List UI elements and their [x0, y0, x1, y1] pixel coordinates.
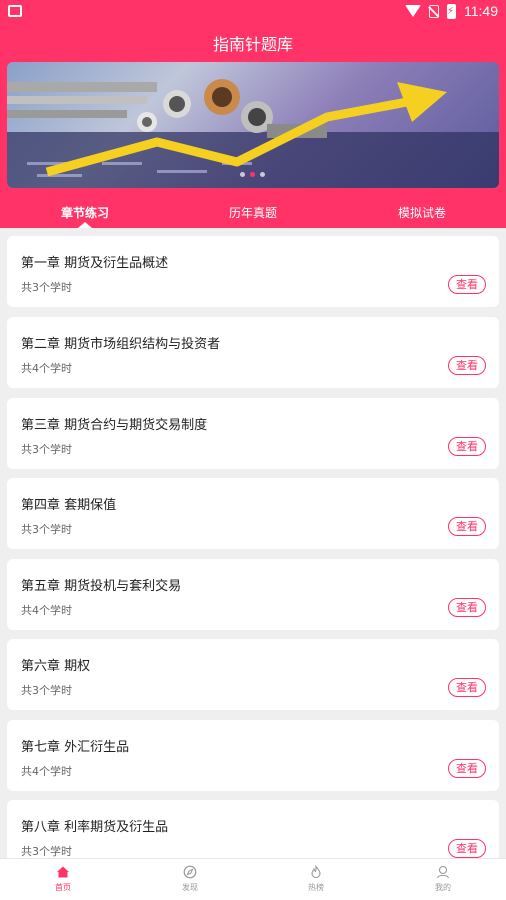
chapter-hours: 共3个学时 [21, 845, 72, 858]
chapter-card[interactable]: 第四章 套期保值 共3个学时 查看 [7, 478, 499, 549]
tab-mock-exams[interactable]: 模拟试卷 [362, 204, 482, 221]
chapter-title: 第一章 期货及衍生品概述 [21, 256, 169, 271]
chapter-hours: 共3个学时 [21, 281, 72, 294]
nav-mine-label: 我的 [435, 883, 451, 892]
nav-discover-label: 发现 [182, 883, 198, 892]
chapter-hours: 共4个学时 [21, 604, 72, 617]
nav-home-label: 首页 [55, 883, 71, 892]
tab-past-exams[interactable]: 历年真题 [193, 204, 313, 221]
chapter-title: 第八章 利率期货及衍生品 [21, 820, 169, 835]
chapter-title: 第四章 套期保值 [21, 498, 117, 513]
chapter-card[interactable]: 第七章 外汇衍生品 共4个学时 查看 [7, 720, 499, 791]
view-button[interactable]: 查看 [448, 437, 486, 456]
page-title: 指南针题库 [212, 35, 293, 54]
chapter-title: 第七章 外汇衍生品 [21, 740, 130, 755]
user-icon [436, 865, 450, 879]
chapter-title: 第三章 期货合约与期货交易制度 [21, 418, 208, 433]
chapter-hours: 共4个学时 [21, 362, 72, 375]
chapter-title: 第五章 期货投机与套利交易 [21, 579, 182, 594]
battery-charging-icon [447, 3, 456, 19]
cast-icon [8, 5, 22, 17]
carousel-dot [260, 172, 265, 177]
chapter-card[interactable]: 第八章 利率期货及衍生品 共3个学时 查看 [7, 800, 499, 858]
status-bar: 11:49 [0, 0, 506, 24]
chapter-list[interactable]: 第一章 期货及衍生品概述 共3个学时 查看 第二章 期货市场组织结构与投资者 共… [0, 228, 506, 858]
carousel-dot-active [250, 172, 255, 177]
chapter-card[interactable]: 第三章 期货合约与期货交易制度 共3个学时 查看 [7, 398, 499, 469]
banner-image [7, 79, 499, 188]
chapter-title: 第六章 期权 [21, 659, 91, 674]
carousel-indicator [240, 172, 265, 177]
chapter-card[interactable]: 第五章 期货投机与套利交易 共4个学时 查看 [7, 559, 499, 630]
flame-icon [311, 865, 321, 879]
header: 11:49 指南针题库 [0, 0, 506, 228]
view-button[interactable]: 查看 [448, 839, 486, 858]
nav-hot-label: 热榜 [308, 883, 324, 892]
view-button[interactable]: 查看 [448, 759, 486, 778]
nav-mine[interactable]: 我的 [403, 865, 483, 893]
nav-discover[interactable]: 发现 [150, 865, 230, 893]
chapter-title: 第二章 期货市场组织结构与投资者 [21, 337, 221, 352]
chapter-card[interactable]: 第二章 期货市场组织结构与投资者 共4个学时 查看 [7, 317, 499, 388]
wifi-icon [405, 5, 421, 17]
view-button[interactable]: 查看 [448, 517, 486, 536]
view-button[interactable]: 查看 [448, 356, 486, 375]
status-time: 11:49 [464, 3, 498, 19]
chapter-card[interactable]: 第一章 期货及衍生品概述 共3个学时 查看 [7, 236, 499, 307]
chapter-hours: 共3个学时 [21, 684, 72, 697]
view-button[interactable]: 查看 [448, 678, 486, 697]
compass-icon [183, 865, 197, 879]
view-button[interactable]: 查看 [448, 275, 486, 294]
chapter-hours: 共3个学时 [21, 443, 72, 456]
nav-home[interactable]: 首页 [23, 865, 103, 893]
tab-bar: 章节练习 历年真题 模拟试卷 [0, 198, 506, 228]
carousel-dot [240, 172, 245, 177]
chapter-hours: 共4个学时 [21, 765, 72, 778]
banner-carousel[interactable] [7, 62, 499, 188]
chapter-card[interactable]: 第六章 期权 共3个学时 查看 [7, 639, 499, 710]
home-icon [57, 866, 69, 878]
no-sim-icon [429, 4, 439, 18]
view-button[interactable]: 查看 [448, 598, 486, 617]
bottom-nav: 首页 发现 热榜 我的 [0, 858, 506, 900]
chapter-hours: 共3个学时 [21, 523, 72, 536]
tab-chapter-practice[interactable]: 章节练习 [25, 204, 145, 221]
nav-hot[interactable]: 热榜 [276, 865, 356, 893]
